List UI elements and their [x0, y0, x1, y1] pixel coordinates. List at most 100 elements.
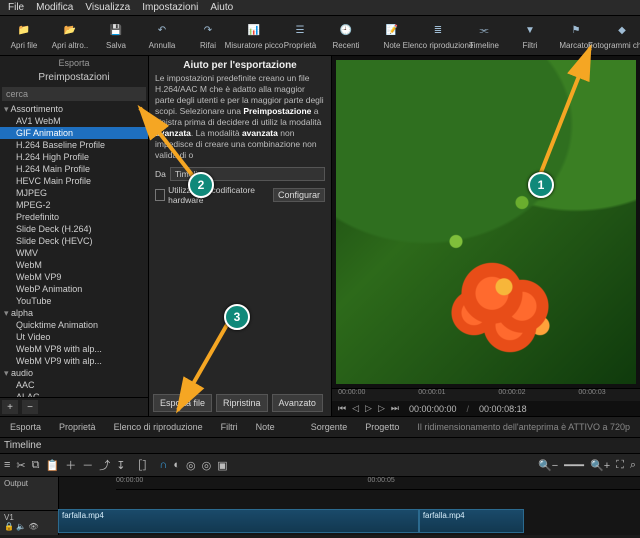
tl-zoom-out-icon[interactable]: 🔍− [538, 459, 558, 472]
toolbar-open-file[interactable]: 📁Apri file [4, 19, 44, 52]
presets-title: Preimpostazioni [0, 70, 148, 85]
tl-scrub-icon[interactable]: ◐ [173, 459, 180, 471]
tab-source[interactable]: Sorgente [305, 420, 354, 434]
timeline-tracks[interactable]: Output V1 🔒 🔈 👁 00:00:00 00:00:05 farfal… [0, 477, 640, 535]
tab-filters[interactable]: Filtri [215, 420, 244, 434]
toolbar-playlist[interactable]: ≣Elenco riproduzione [418, 19, 458, 52]
preset-group[interactable]: alpha [0, 307, 148, 319]
preset-item[interactable]: Slide Deck (H.264) [0, 223, 148, 235]
preset-item[interactable]: WebP Animation [0, 283, 148, 295]
properties-icon: ☰ [291, 21, 309, 39]
toolbar-redo[interactable]: ↷Rifai [188, 19, 228, 52]
preset-search-input[interactable]: cerca [2, 87, 146, 101]
track-output[interactable]: Output [0, 477, 58, 511]
menubar: File Modifica Visualizza Impostazioni Ai… [0, 0, 640, 16]
toolbar-keyframes[interactable]: ◆Fotogrammi chiave [602, 19, 640, 52]
track-v1[interactable]: V1 🔒 🔈 👁 [0, 511, 58, 538]
preset-item[interactable]: YouTube [0, 295, 148, 307]
preset-item[interactable]: Quicktime Animation [0, 319, 148, 331]
preset-group[interactable]: audio [0, 367, 148, 379]
toolbar-properties[interactable]: ☰Proprietà [280, 19, 320, 52]
toolbar-filters[interactable]: ▼Filtri [510, 19, 550, 52]
toolbar-timeline[interactable]: ⫘Timeline [464, 19, 504, 52]
menu-help[interactable]: Aiuto [210, 2, 233, 13]
track-hide-icon[interactable]: 👁 [28, 522, 38, 531]
skip-start-icon[interactable]: ⏮ [338, 403, 346, 414]
preset-item[interactable]: WebM VP9 with alp... [0, 355, 148, 367]
preset-item[interactable]: Slide Deck (HEVC) [0, 235, 148, 247]
preset-tree[interactable]: AssortimentoAV1 WebMGIF AnimationH.264 B… [0, 103, 148, 397]
notes-icon: 📝 [383, 21, 401, 39]
tl-ripple-icon[interactable]: ◎ [186, 459, 196, 472]
tl-zoom-slider[interactable]: ━━━ [564, 459, 584, 472]
preset-item[interactable]: H.264 Baseline Profile [0, 139, 148, 151]
toolbar-label: Apri file [11, 41, 38, 50]
preset-item[interactable]: WebM [0, 259, 148, 271]
tab-export[interactable]: Esporta [4, 420, 47, 434]
preset-item[interactable]: H.264 Main Profile [0, 163, 148, 175]
tl-menu-icon[interactable]: ≡ [4, 459, 10, 471]
track-mute-icon[interactable]: 🔈 [16, 522, 26, 531]
reset-button[interactable]: Ripristina [216, 394, 268, 412]
tl-cut-icon[interactable]: ✂ [16, 459, 25, 472]
configure-button[interactable]: Configurar [273, 188, 325, 202]
tl-ripple-markers-icon[interactable]: ▣ [217, 459, 227, 472]
preset-group[interactable]: Assortimento [0, 103, 148, 115]
tl-zoom-in-icon[interactable]: 🔍+ [590, 459, 610, 472]
clip-1[interactable]: farfalla.mp4 [58, 509, 419, 533]
annotation-badge-1: 1 [528, 172, 554, 198]
preset-item[interactable]: WMV [0, 247, 148, 259]
preset-item[interactable]: AV1 WebM [0, 115, 148, 127]
toolbar-save[interactable]: 💾Salva [96, 19, 136, 52]
tl-record-icon[interactable]: ⌕ [630, 459, 636, 472]
tl-paste-icon[interactable]: 📋 [46, 459, 60, 472]
skip-end-icon[interactable]: ⏭ [391, 403, 399, 414]
preset-item[interactable]: AAC [0, 379, 148, 391]
next-frame-icon[interactable]: ▷ [378, 403, 385, 414]
prev-frame-icon[interactable]: ◁ [352, 403, 359, 414]
tab-properties[interactable]: Proprietà [53, 420, 102, 434]
preset-item[interactable]: WebM VP9 [0, 271, 148, 283]
preset-item[interactable]: WebM VP8 with alp... [0, 343, 148, 355]
preset-item[interactable]: MPEG-2 [0, 199, 148, 211]
preset-item[interactable]: Ut Video [0, 331, 148, 343]
menu-settings[interactable]: Impostazioni [142, 2, 198, 13]
tl-split-icon[interactable]: ［］ [131, 457, 153, 473]
toolbar-undo[interactable]: ↶Annulla [142, 19, 182, 52]
tl-snap-icon[interactable]: ∩ [159, 459, 167, 471]
tl-lift-icon[interactable]: ⤴ [99, 457, 110, 473]
annotation-badge-2: 2 [188, 172, 214, 198]
tab-notes[interactable]: Note [250, 420, 281, 434]
toolbar-recent[interactable]: 🕘Recenti [326, 19, 366, 52]
export-file-button[interactable]: Esporta file [153, 394, 212, 412]
tl-copy-icon[interactable]: ⧉ [32, 459, 40, 472]
preset-item[interactable]: HEVC Main Profile [0, 175, 148, 187]
timeline-ruler[interactable]: 00:00:00 00:00:05 [116, 477, 640, 490]
preset-item[interactable]: MJPEG [0, 187, 148, 199]
preset-item[interactable]: Predefinito [0, 211, 148, 223]
timeline-label: Timeline [0, 438, 640, 454]
menu-edit[interactable]: Modifica [36, 2, 73, 13]
play-icon[interactable]: ▷ [365, 403, 372, 414]
preview-timebar: ⏮ ◁ ▷ ▷ ⏭ 00:00:00:00 / 00:00:08:18 [332, 401, 640, 416]
tl-zoom-fit-icon[interactable]: ⛶ [616, 459, 624, 472]
preview-ruler[interactable]: 00:00:00 00:00:01 00:00:02 00:00:03 [332, 388, 640, 401]
tab-project[interactable]: Progetto [359, 420, 405, 434]
preset-add-button[interactable]: + [2, 400, 18, 414]
advanced-button[interactable]: Avanzato [272, 394, 323, 412]
tl-append-icon[interactable]: ＋ [65, 457, 76, 473]
tab-playlist[interactable]: Elenco di riproduzione [108, 420, 209, 434]
track-lock-icon[interactable]: 🔒 [4, 522, 14, 531]
tl-ripple-all-icon[interactable]: ◎ [202, 459, 212, 472]
menu-view[interactable]: Visualizza [85, 2, 130, 13]
toolbar-peak-meter[interactable]: 📊Misuratore picco [234, 19, 274, 52]
preset-remove-button[interactable]: − [22, 400, 38, 414]
tl-remove-icon[interactable]: － [82, 457, 93, 473]
preset-item[interactable]: GIF Animation [0, 127, 148, 139]
toolbar-open-other[interactable]: 📂Apri altro.. [50, 19, 90, 52]
clip-2[interactable]: farfalla.mp4 [419, 509, 524, 533]
tl-overwrite-icon[interactable]: ↧ [116, 459, 125, 472]
preset-item[interactable]: H.264 High Profile [0, 151, 148, 163]
toolbar-label: Filtri [522, 41, 537, 50]
menu-file[interactable]: File [8, 2, 24, 13]
